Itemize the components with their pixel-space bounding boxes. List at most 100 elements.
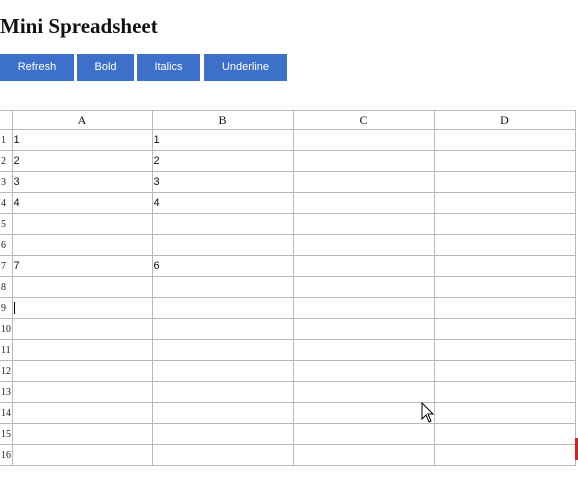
cell-c12[interactable] (292, 360, 435, 382)
cell-value: 1 (13, 134, 20, 146)
cell-b9[interactable] (151, 297, 294, 319)
cell-a6[interactable] (11, 234, 153, 256)
cell-c11[interactable] (292, 339, 435, 361)
cell-b10[interactable] (151, 318, 294, 340)
cell-b11[interactable] (151, 339, 294, 361)
table-row: 16 (0, 444, 576, 466)
cell-value: 2 (13, 155, 20, 167)
cell-c1[interactable] (292, 129, 435, 151)
cell-value: 3 (153, 176, 160, 188)
table-row: 10 (0, 318, 576, 340)
cell-a4[interactable]: 4 (11, 192, 153, 214)
column-header-row: A B C D (0, 110, 576, 130)
row-header[interactable]: 10 (0, 318, 13, 340)
cell-a10[interactable] (11, 318, 153, 340)
cell-a8[interactable] (11, 276, 153, 298)
cell-c16[interactable] (292, 444, 435, 466)
cell-d13[interactable] (433, 381, 576, 403)
cell-b3[interactable]: 3 (151, 171, 294, 193)
cell-d3[interactable] (433, 171, 576, 193)
row-header[interactable]: 3 (0, 171, 13, 193)
row-header[interactable]: 13 (0, 381, 13, 403)
cell-d16[interactable] (433, 444, 576, 466)
row-header[interactable]: 6 (0, 234, 13, 256)
cell-a12[interactable] (11, 360, 153, 382)
cell-d8[interactable] (433, 276, 576, 298)
column-header-d[interactable]: D (433, 110, 576, 130)
cell-c6[interactable] (292, 234, 435, 256)
cell-d6[interactable] (433, 234, 576, 256)
cell-c9[interactable] (292, 297, 435, 319)
cell-b7[interactable]: 6 (151, 255, 294, 277)
cell-c13[interactable] (292, 381, 435, 403)
cell-c4[interactable] (292, 192, 435, 214)
cell-b16[interactable] (151, 444, 294, 466)
row-header[interactable]: 1 (0, 129, 13, 151)
cell-b14[interactable] (151, 402, 294, 424)
cell-b13[interactable] (151, 381, 294, 403)
page-title: Mini Spreadsheet (0, 14, 158, 38)
cell-d9[interactable] (433, 297, 576, 319)
cell-a16[interactable] (11, 444, 153, 466)
row-header[interactable]: 12 (0, 360, 13, 382)
cell-d4[interactable] (433, 192, 576, 214)
table-row: 14 (0, 402, 576, 424)
cell-d7[interactable] (433, 255, 576, 277)
cell-b1[interactable]: 1 (151, 129, 294, 151)
row-header[interactable]: 14 (0, 402, 13, 424)
cell-b2[interactable]: 2 (151, 150, 294, 172)
cell-a14[interactable] (11, 402, 153, 424)
cell-a3[interactable]: 3 (11, 171, 153, 193)
refresh-button[interactable]: Refresh (0, 54, 74, 81)
cell-a1[interactable]: 1 (11, 129, 153, 151)
cell-d11[interactable] (433, 339, 576, 361)
cell-b6[interactable] (151, 234, 294, 256)
row-header[interactable]: 7 (0, 255, 13, 277)
row-header[interactable]: 15 (0, 423, 13, 445)
cell-d14[interactable] (433, 402, 576, 424)
row-header[interactable]: 4 (0, 192, 13, 214)
bold-button[interactable]: Bold (77, 54, 134, 81)
row-header[interactable]: 5 (0, 213, 13, 235)
cell-d12[interactable] (433, 360, 576, 382)
cell-b4[interactable]: 4 (151, 192, 294, 214)
cell-d15[interactable] (433, 423, 576, 445)
cell-c15[interactable] (292, 423, 435, 445)
cell-b15[interactable] (151, 423, 294, 445)
cell-c5[interactable] (292, 213, 435, 235)
cell-c10[interactable] (292, 318, 435, 340)
italics-button[interactable]: Italics (137, 54, 200, 81)
table-row: 11 (0, 339, 576, 361)
cell-d1[interactable] (433, 129, 576, 151)
cell-c2[interactable] (292, 150, 435, 172)
cell-b8[interactable] (151, 276, 294, 298)
cell-b12[interactable] (151, 360, 294, 382)
row-header[interactable]: 2 (0, 150, 13, 172)
cell-a2[interactable]: 2 (11, 150, 153, 172)
table-row: 77 6 (0, 255, 576, 277)
row-header[interactable]: 16 (0, 444, 13, 466)
row-header[interactable]: 8 (0, 276, 13, 298)
cell-d5[interactable] (433, 213, 576, 235)
cell-d2[interactable] (433, 150, 576, 172)
column-header-b[interactable]: B (151, 110, 294, 130)
cell-a15[interactable] (11, 423, 153, 445)
underline-button[interactable]: Underline (204, 54, 287, 81)
cell-d10[interactable] (433, 318, 576, 340)
cell-b5[interactable] (151, 213, 294, 235)
cell-c14[interactable] (292, 402, 435, 424)
row-header[interactable]: 9 (0, 297, 13, 319)
cell-c3[interactable] (292, 171, 435, 193)
cell-a9[interactable] (11, 297, 153, 319)
cell-a7[interactable]: 7 (11, 255, 153, 277)
table-row: 12 (0, 360, 576, 382)
spreadsheet-grid: A B C D 1 1 1 2 2 2 3 3 3 4 4 4 5 6 7 7 6 8 9 10 11 12 13 14 15 1… (0, 110, 578, 480)
column-header-a[interactable]: A (11, 110, 153, 130)
column-header-c[interactable]: C (292, 110, 435, 130)
cell-c7[interactable] (292, 255, 435, 277)
cell-c8[interactable] (292, 276, 435, 298)
cell-a5[interactable] (11, 213, 153, 235)
row-header[interactable]: 11 (0, 339, 13, 361)
cell-a11[interactable] (11, 339, 153, 361)
cell-a13[interactable] (11, 381, 153, 403)
